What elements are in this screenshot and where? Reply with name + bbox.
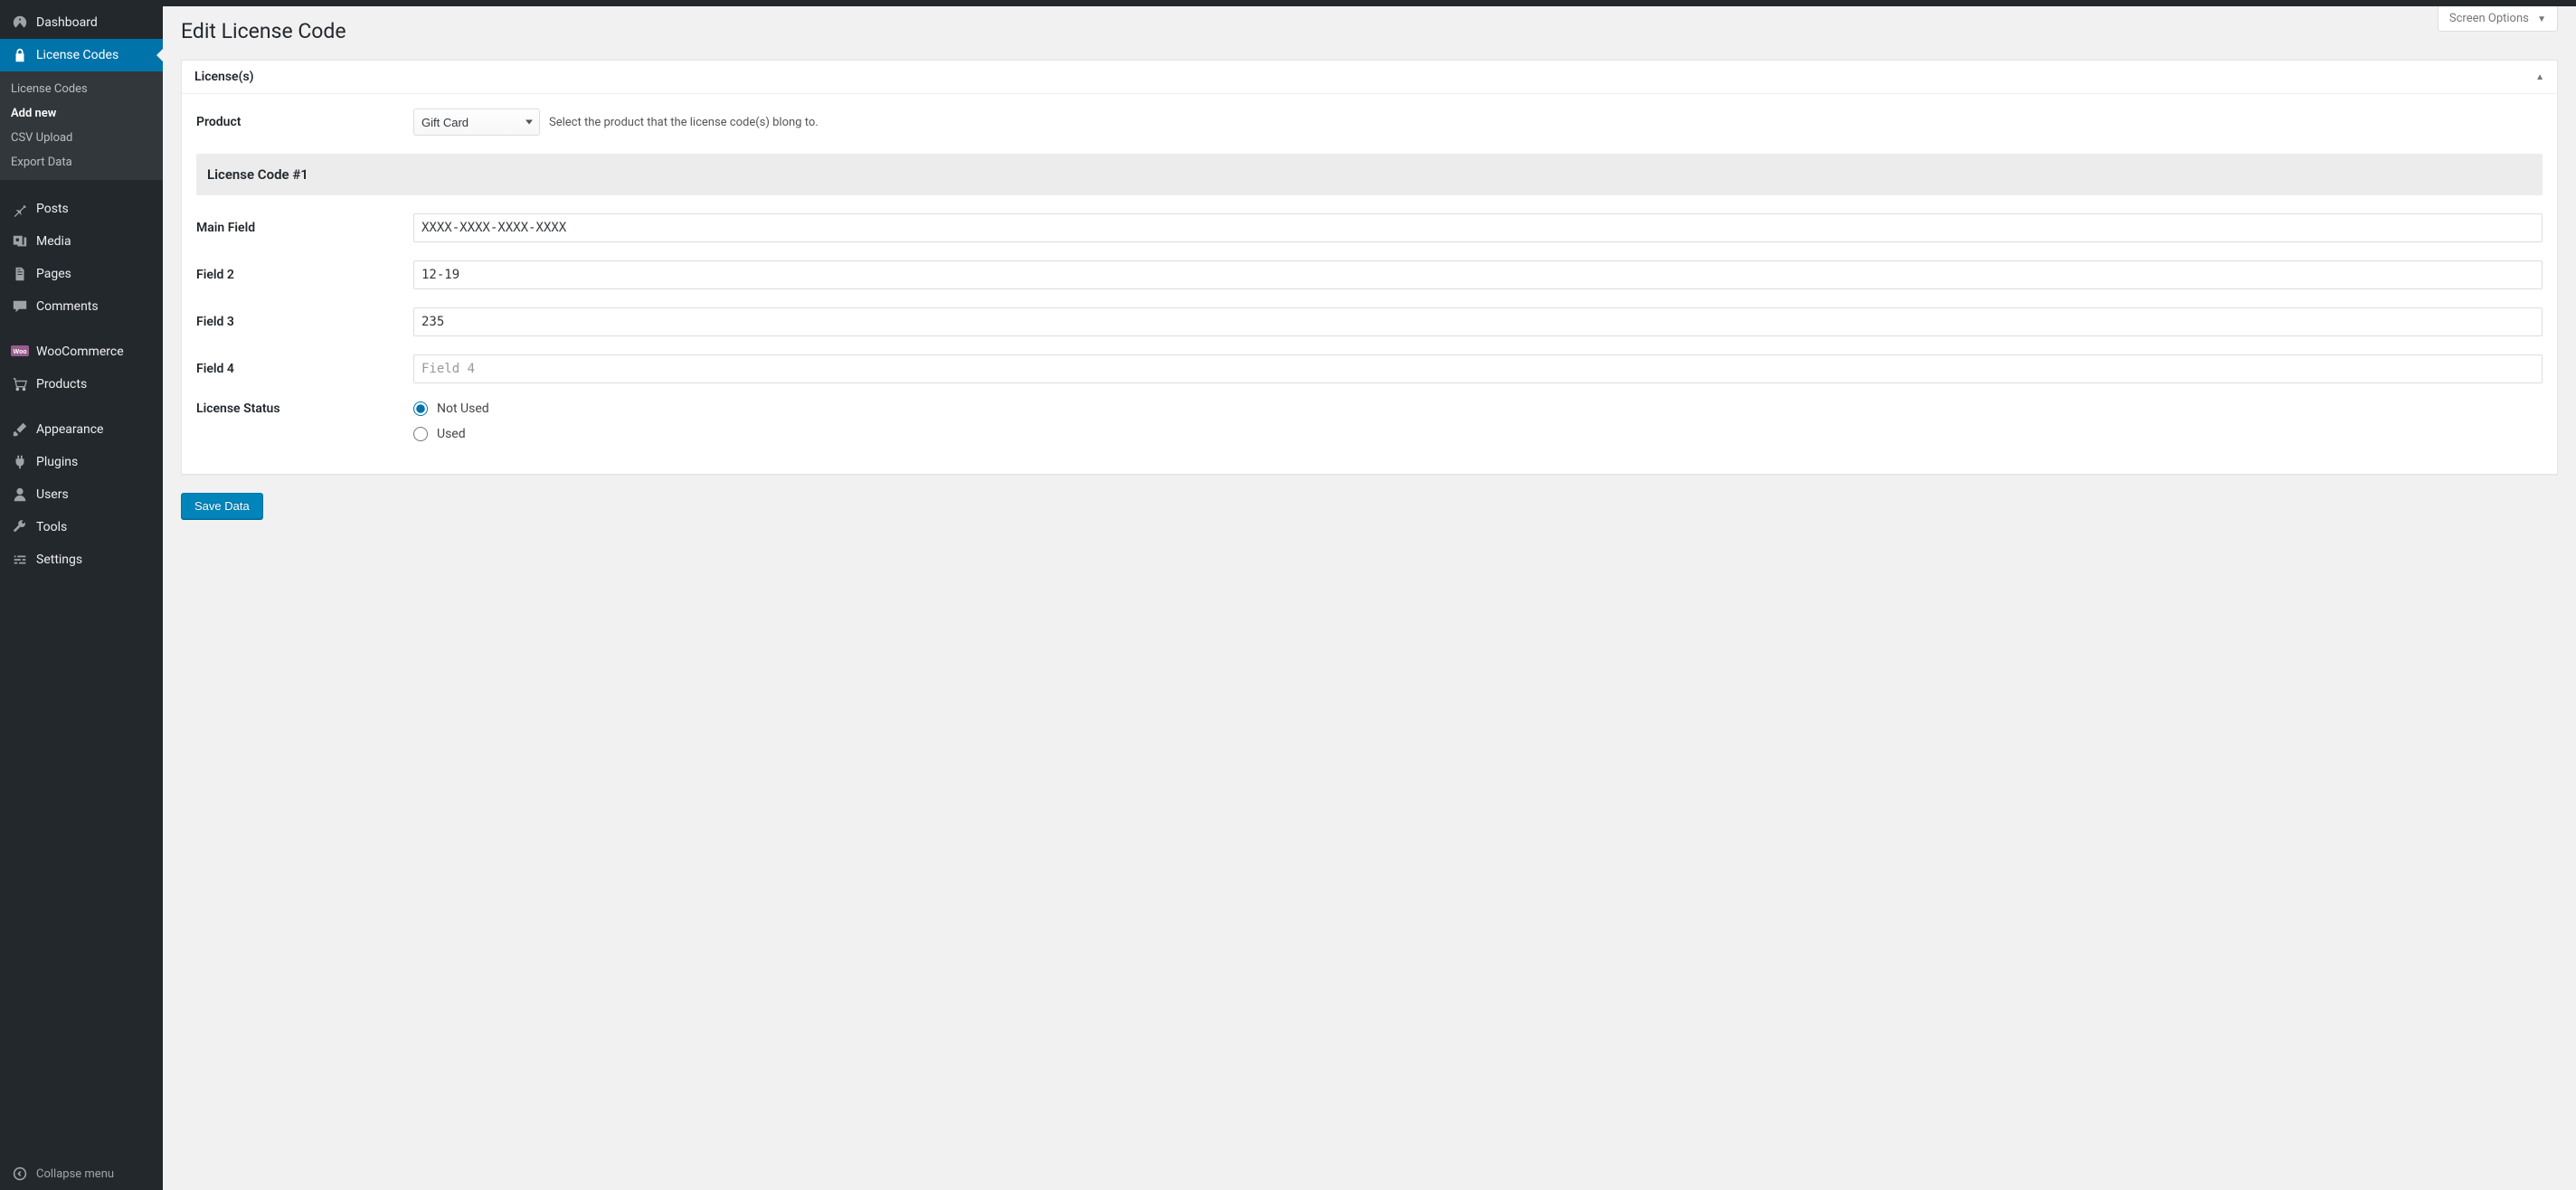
sidebar-sub-export-data[interactable]: Export Data — [0, 150, 163, 175]
sidebar-item-label: License Codes — [36, 48, 118, 62]
status-used[interactable]: Used — [413, 427, 489, 441]
field2-row: Field 2 — [196, 260, 2543, 289]
product-select-wrap: Gift Card — [413, 109, 540, 136]
metabox-body: Product Gift Card Select the product tha… — [182, 94, 2557, 474]
sidebar-item-label: Dashboard — [36, 15, 98, 30]
field4-row: Field 4 — [196, 354, 2543, 383]
sidebar-item-label: Products — [36, 377, 87, 392]
license-code-section-header: License Code #1 — [196, 154, 2543, 195]
field4-label: Field 4 — [196, 362, 413, 376]
field3-input[interactable] — [413, 307, 2543, 336]
screen-options-toggle[interactable]: Screen Options ▼ — [2438, 6, 2558, 32]
sidebar-collapse[interactable]: Collapse menu — [0, 1157, 163, 1190]
sidebar-item-media[interactable]: Media — [0, 225, 163, 258]
sidebar-item-settings[interactable]: Settings — [0, 543, 163, 576]
product-select[interactable]: Gift Card — [413, 109, 540, 136]
main-field-input[interactable] — [413, 213, 2543, 242]
sidebar-item-tools[interactable]: Tools — [0, 511, 163, 543]
chevron-down-icon: ▼ — [2537, 14, 2546, 24]
sidebar-item-label: Tools — [36, 520, 67, 534]
main-field-row: Main Field — [196, 213, 2543, 242]
sliders-icon — [11, 551, 29, 569]
status-label: License Status — [196, 401, 413, 416]
main-field-label: Main Field — [196, 221, 413, 235]
plug-icon — [11, 453, 29, 471]
pages-icon — [11, 265, 29, 283]
sidebar-item-dashboard[interactable]: Dashboard — [0, 6, 163, 39]
sidebar-sub-csv-upload[interactable]: CSV Upload — [0, 126, 163, 150]
cart-icon — [11, 375, 29, 393]
status-used-label: Used — [437, 427, 466, 441]
sidebar-item-label: WooCommerce — [36, 345, 124, 359]
comment-icon — [11, 298, 29, 316]
field3-row: Field 3 — [196, 307, 2543, 336]
sidebar-item-label: Comments — [36, 299, 99, 314]
content-area: Screen Options ▼ Edit License Code Licen… — [163, 6, 2576, 1190]
status-radio-group: Not Used Used — [413, 401, 489, 441]
woo-icon: Woo — [11, 343, 29, 361]
metabox-title: License(s) — [194, 70, 254, 84]
field3-label: Field 3 — [196, 315, 413, 329]
sidebar-item-users[interactable]: Users — [0, 478, 163, 511]
sidebar-item-label: Users — [36, 487, 69, 502]
collapse-label: Collapse menu — [36, 1167, 114, 1181]
user-icon — [11, 486, 29, 504]
lock-icon — [11, 46, 29, 64]
status-not-used-label: Not Used — [437, 401, 489, 416]
sidebar-sub-add-new[interactable]: Add new — [0, 101, 163, 126]
sidebar-item-label: Pages — [36, 267, 71, 281]
svg-text:Woo: Woo — [13, 349, 26, 355]
status-not-used-radio[interactable] — [413, 401, 428, 416]
sidebar-item-products[interactable]: Products — [0, 368, 163, 401]
pin-icon — [11, 200, 29, 218]
caret-up-icon: ▲ — [2535, 72, 2544, 82]
sidebar-item-woocommerce[interactable]: Woo WooCommerce — [0, 335, 163, 368]
product-label: Product — [196, 115, 413, 129]
status-row: License Status Not Used Used — [196, 401, 2543, 441]
sidebar-item-plugins[interactable]: Plugins — [0, 446, 163, 478]
sidebar-item-label: Plugins — [36, 455, 78, 469]
sidebar-item-label: Appearance — [36, 422, 103, 437]
sidebar-item-license-codes[interactable]: License Codes — [0, 39, 163, 71]
wrench-icon — [11, 518, 29, 536]
media-icon — [11, 232, 29, 250]
status-not-used[interactable]: Not Used — [413, 401, 489, 416]
sidebar-item-appearance[interactable]: Appearance — [0, 413, 163, 446]
sidebar-item-label: Media — [36, 234, 71, 249]
product-row: Product Gift Card Select the product tha… — [196, 109, 2543, 136]
field4-input[interactable] — [413, 354, 2543, 383]
field2-input[interactable] — [413, 260, 2543, 289]
sidebar-item-posts[interactable]: Posts — [0, 193, 163, 225]
sidebar-item-comments[interactable]: Comments — [0, 290, 163, 323]
licenses-metabox: License(s) ▲ Product Gift Card Select th… — [181, 60, 2558, 475]
sidebar-item-pages[interactable]: Pages — [0, 258, 163, 290]
field2-label: Field 2 — [196, 268, 413, 282]
sidebar-item-label: Settings — [36, 552, 82, 567]
sidebar-submenu: License Codes Add new CSV Upload Export … — [0, 71, 163, 180]
page-title: Edit License Code — [181, 6, 2558, 60]
admin-topbar — [0, 0, 2576, 6]
sidebar-item-label: Posts — [36, 202, 69, 216]
gauge-icon — [11, 14, 29, 32]
collapse-icon — [11, 1165, 29, 1183]
status-used-radio[interactable] — [413, 427, 428, 441]
sidebar-sub-license-codes[interactable]: License Codes — [0, 77, 163, 101]
admin-sidebar: Dashboard License Codes License Codes Ad… — [0, 6, 163, 1190]
product-help-text: Select the product that the license code… — [549, 116, 819, 129]
metabox-header[interactable]: License(s) ▲ — [182, 61, 2557, 94]
screen-options-label: Screen Options — [2449, 12, 2529, 25]
brush-icon — [11, 420, 29, 439]
save-button[interactable]: Save Data — [181, 493, 263, 519]
